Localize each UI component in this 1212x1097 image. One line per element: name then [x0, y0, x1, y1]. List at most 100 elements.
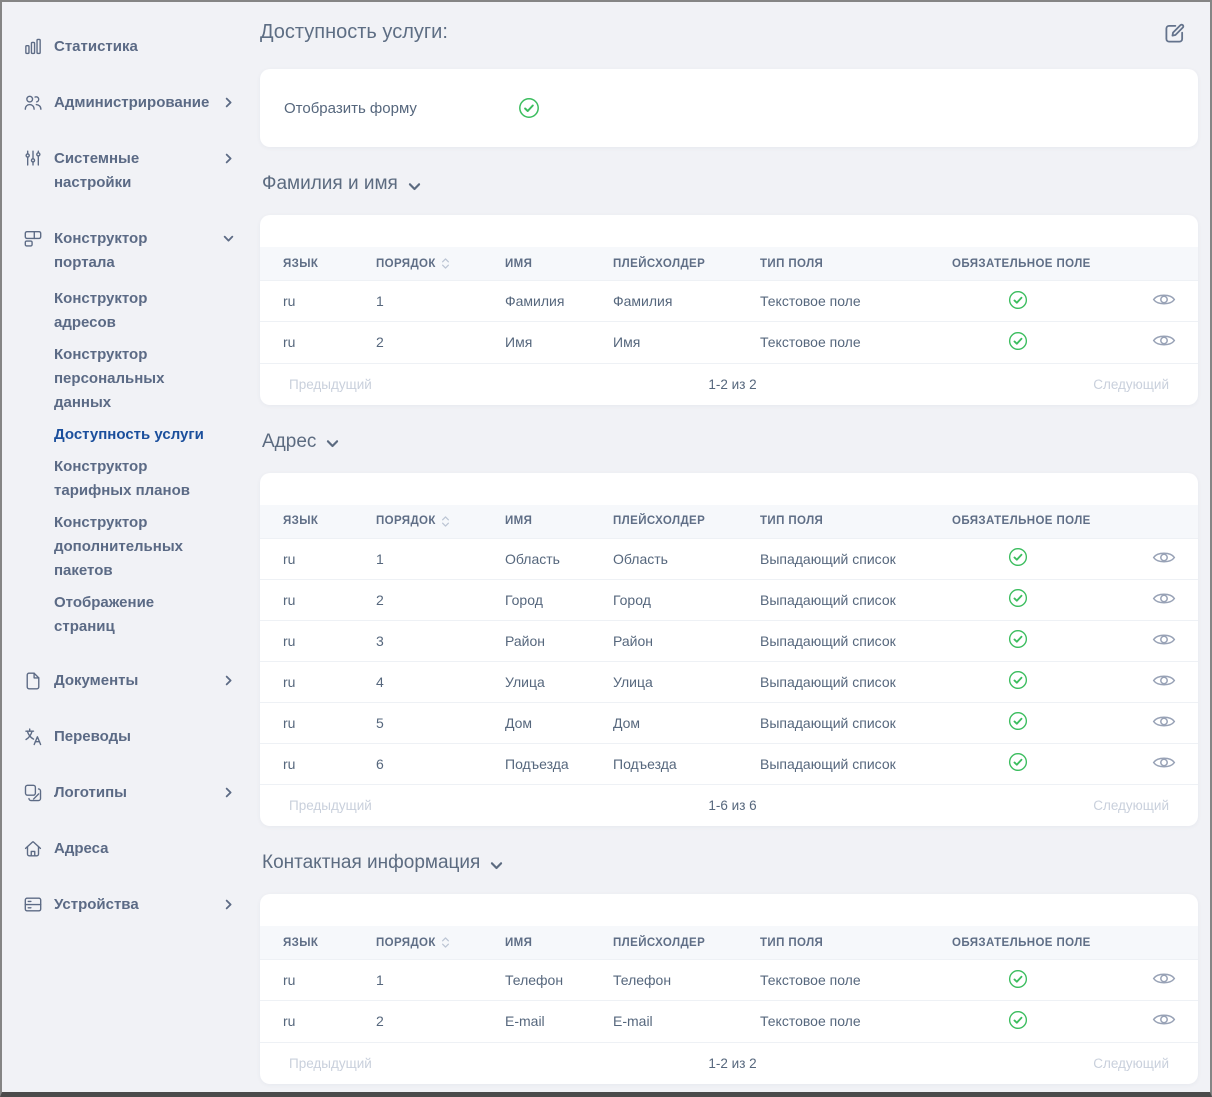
pagination-next-button[interactable]: Следующий	[1087, 797, 1175, 814]
page-header: Доступность услуги:	[260, 18, 1198, 49]
pagination-prev-button[interactable]: Предыдущий	[283, 1055, 378, 1072]
sidebar-item-devices[interactable]: Устройства	[2, 877, 252, 933]
check-circle-icon	[1008, 969, 1028, 989]
users-icon	[22, 92, 44, 114]
cell-order: 2	[376, 579, 505, 620]
cell-order: 4	[376, 661, 505, 702]
cell-actions	[1128, 661, 1198, 702]
pagination: Предыдущий 1-2 из 2 Следующий	[260, 363, 1198, 405]
check-circle-icon	[1008, 629, 1028, 649]
chevron-right-icon	[223, 675, 234, 686]
pagination-prev-button[interactable]: Предыдущий	[283, 797, 378, 814]
cell-actions	[1128, 579, 1198, 620]
chevron-right-icon	[223, 787, 234, 798]
cell-required	[952, 322, 1128, 363]
column-header-required: ОБЯЗАТЕЛЬНОЕ ПОЛЕ	[952, 505, 1128, 539]
sort-icon[interactable]	[441, 515, 450, 528]
cell-order: 1	[376, 281, 505, 322]
table-row: ru 2 Город Город Выпадающий список	[260, 579, 1198, 620]
eye-icon	[1152, 970, 1176, 987]
chevron-right-icon	[223, 97, 234, 108]
cell-actions	[1128, 743, 1198, 784]
cell-language: ru	[260, 579, 376, 620]
table-header-row: ЯЗЫКПОРЯДОКИМЯПЛЕЙСХОЛДЕРТИП ПОЛЯОБЯЗАТЕ…	[260, 247, 1198, 281]
table-row: ru 2 Имя Имя Текстовое поле	[260, 322, 1198, 363]
view-button[interactable]	[1152, 754, 1176, 771]
sort-icon[interactable]	[441, 936, 450, 949]
cell-placeholder: Область	[613, 538, 760, 579]
view-button[interactable]	[1152, 549, 1176, 566]
column-header-label: ПОРЯДОК	[376, 937, 436, 949]
sidebar-item-label: Администрирование	[54, 91, 204, 115]
sliders-icon	[22, 148, 44, 170]
sidebar-subitem-address-constructor[interactable]: Конструктор адресов	[54, 283, 202, 339]
sidebar-subitem-service-availability[interactable]: Доступность услуги	[54, 419, 232, 451]
field-section: Фамилия и имя ЯЗЫКПОРЯДОКИМЯПЛЕЙСХОЛДЕРТ…	[260, 171, 1198, 405]
column-header-placeholder: ПЛЕЙСХОЛДЕР	[613, 505, 760, 539]
sidebar-item-logos[interactable]: Логотипы	[2, 765, 252, 821]
sidebar-item-addresses[interactable]: Адреса	[2, 821, 252, 877]
column-header-language: ЯЗЫК	[260, 247, 376, 281]
sidebar-item-translations[interactable]: Переводы	[2, 709, 252, 765]
chevron-down-icon	[408, 180, 421, 193]
view-button[interactable]	[1152, 332, 1176, 349]
sidebar-item-label: Адреса	[54, 837, 109, 861]
sidebar-item-system-settings[interactable]: Системные настройки	[2, 131, 252, 211]
sidebar-subitem-pages-display[interactable]: Отображение страниц	[54, 587, 202, 643]
cell-language: ru	[260, 538, 376, 579]
view-button[interactable]	[1152, 291, 1176, 308]
table-row: ru 1 Телефон Телефон Текстовое поле	[260, 960, 1198, 1001]
cell-name: E-mail	[505, 1001, 613, 1042]
sidebar-item-statistics[interactable]: Статистика	[2, 19, 252, 75]
cell-actions	[1128, 281, 1198, 322]
pagination-next-button[interactable]: Следующий	[1087, 1055, 1175, 1072]
pagination-next-button[interactable]: Следующий	[1087, 376, 1175, 393]
chevron-down-icon	[490, 859, 503, 872]
home-icon	[22, 838, 44, 860]
cell-placeholder: Фамилия	[613, 281, 760, 322]
view-button[interactable]	[1152, 970, 1176, 987]
sidebar-item-documents[interactable]: Документы	[2, 653, 252, 709]
cell-required	[952, 661, 1128, 702]
view-button[interactable]	[1152, 1011, 1176, 1028]
section-header[interactable]: Адрес	[262, 429, 1198, 455]
pagination-prev-button[interactable]: Предыдущий	[283, 376, 378, 393]
section-header[interactable]: Контактная информация	[262, 850, 1198, 876]
column-header-required: ОБЯЗАТЕЛЬНОЕ ПОЛЕ	[952, 926, 1128, 960]
cell-placeholder: E-mail	[613, 1001, 760, 1042]
cell-actions	[1128, 620, 1198, 661]
sidebar-subitem-extra-packages-constructor[interactable]: Конструктор дополнительных пакетов	[54, 507, 202, 587]
cell-field-type: Текстовое поле	[760, 281, 952, 322]
eye-icon	[1152, 631, 1176, 648]
sidebar-item-portal-constructor[interactable]: Конструктор портала	[2, 211, 252, 291]
view-button[interactable]	[1152, 631, 1176, 648]
sidebar-item-label: Логотипы	[54, 781, 127, 805]
edit-button[interactable]	[1159, 18, 1190, 49]
table-row: ru 6 Подъезда Подъезда Выпадающий список	[260, 743, 1198, 784]
field-section: Контактная информация ЯЗЫКПОРЯДОКИМЯПЛЕЙ…	[260, 850, 1198, 1084]
cell-order: 6	[376, 743, 505, 784]
bar-chart-icon	[22, 36, 44, 58]
fields-table-card: ЯЗЫКПОРЯДОКИМЯПЛЕЙСХОЛДЕРТИП ПОЛЯОБЯЗАТЕ…	[260, 473, 1198, 827]
eye-icon	[1152, 713, 1176, 730]
sort-icon[interactable]	[441, 257, 450, 270]
section-header[interactable]: Фамилия и имя	[262, 171, 1198, 197]
column-header-field-type: ТИП ПОЛЯ	[760, 926, 952, 960]
sidebar-subitem-personal-data-constructor[interactable]: Конструктор персональных данных	[54, 339, 202, 419]
view-button[interactable]	[1152, 590, 1176, 607]
cell-name: Имя	[505, 322, 613, 363]
cell-order: 5	[376, 702, 505, 743]
sidebar-item-administration[interactable]: Администрирование	[2, 75, 252, 131]
cell-actions	[1128, 960, 1198, 1001]
cell-name: Область	[505, 538, 613, 579]
view-button[interactable]	[1152, 672, 1176, 689]
sidebar-subitem-tariff-constructor[interactable]: Конструктор тарифных планов	[54, 451, 202, 507]
main-content: Доступность услуги: Отобразить форму Фам…	[252, 2, 1210, 1092]
cell-field-type: Текстовое поле	[760, 1001, 952, 1042]
cell-field-type: Текстовое поле	[760, 960, 952, 1001]
view-button[interactable]	[1152, 713, 1176, 730]
cell-order: 2	[376, 1001, 505, 1042]
availability-label: Отобразить форму	[284, 100, 518, 117]
cell-order: 1	[376, 538, 505, 579]
cell-language: ru	[260, 702, 376, 743]
